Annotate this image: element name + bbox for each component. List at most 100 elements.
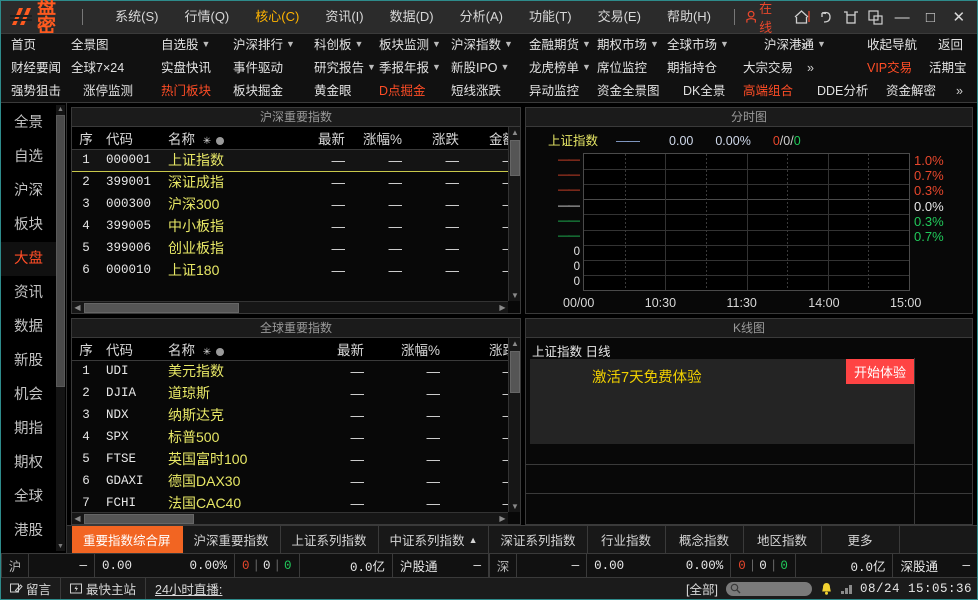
sidebar-item-4[interactable]: 大盘 [1, 242, 56, 276]
table-row[interactable]: 1UDI美元指数——— [72, 360, 520, 382]
sh-market-tag[interactable]: 沪 [1, 554, 29, 577]
hs-scroll-down-icon[interactable]: ▼ [509, 290, 520, 301]
panel-kline-body[interactable]: 上证指数 日线 激活7天免费体验 开始体验 [526, 338, 972, 524]
intraday-chart-area[interactable]: —— —— —— —— —— —— 0 0 0 1.0% 0.7% 0.3% 0.0% 0.3% 0.7%… [526, 149, 972, 313]
hs-scroll-left-icon[interactable]: ◀ [72, 302, 83, 313]
sidebar-item-1[interactable]: 自选 [1, 140, 56, 174]
global-hscroll-thumb[interactable] [84, 514, 194, 524]
col-seq[interactable]: 序 [72, 127, 100, 150]
nav-item-0-0[interactable]: 首页 [11, 34, 36, 57]
nav-item-1-5[interactable]: 季报年报 ▼ [379, 57, 441, 80]
col-last[interactable]: 最新 [292, 127, 349, 150]
nav-item-2-3[interactable]: 板块掘金 [233, 80, 283, 103]
search-input[interactable] [725, 581, 812, 596]
nav-item-1-8[interactable]: 席位监控 [597, 57, 647, 80]
sidebar-item-5[interactable]: 资讯 [1, 276, 56, 310]
global-horizontal-scrollbar[interactable]: ◀ ▶ [72, 512, 508, 524]
sidebar-item-8[interactable]: 机会 [1, 378, 56, 412]
table-row[interactable]: 7FCHI法国CAC40——— [72, 492, 520, 514]
tab-2[interactable]: 上证系列指数 [281, 526, 379, 553]
hs-hscroll-thumb[interactable] [84, 303, 239, 313]
sidebar-scroll-up-icon[interactable]: ▲ [56, 105, 65, 114]
nav-item-0-4[interactable]: 科创板 ▼ [314, 34, 363, 57]
col-chg-pct[interactable]: 涨幅% [368, 338, 444, 361]
table-row[interactable]: 5399006创业板指———— [72, 237, 520, 259]
table-row[interactable]: 6000010上证180———— [72, 259, 520, 281]
menu-item-function[interactable]: 功能(T) [516, 1, 585, 33]
nav-item-1-3[interactable]: 事件驱动 [233, 57, 283, 80]
hs-scroll-up-icon[interactable]: ▲ [509, 127, 520, 138]
nav-item-2-6[interactable]: 短线涨跌 [451, 80, 501, 103]
menu-item-quotes[interactable]: 行情(Q) [171, 1, 242, 33]
col-code[interactable]: 代码 [100, 127, 164, 150]
sz-market-tag[interactable]: 深 [489, 554, 517, 577]
menu-item-system[interactable]: 系统(S) [102, 1, 171, 33]
tab-6[interactable]: 概念指数 [666, 526, 744, 553]
intraday-plot[interactable] [583, 153, 910, 291]
nav-item-2-9[interactable]: DK全景 [683, 80, 725, 103]
col-chg[interactable]: 涨跌 [406, 127, 463, 150]
table-row[interactable]: 2399001深证成指———— [72, 171, 520, 193]
nav-item-2-2[interactable]: 热门板块 [161, 80, 211, 103]
global-scroll-up-icon[interactable]: ▲ [509, 338, 520, 349]
nav-item-2-13[interactable]: » [956, 80, 963, 103]
nav-item-0-7[interactable]: 金融期货 ▼ [529, 34, 591, 57]
sidebar-item-11[interactable]: 全球 [1, 480, 56, 514]
col-chg-pct[interactable]: 涨幅% [349, 127, 406, 150]
global-scroll-left-icon[interactable]: ◀ [72, 513, 83, 524]
nav-item-2-11[interactable]: DDE分析 [817, 80, 868, 103]
nav-item-0-8[interactable]: 期权市场 ▼ [597, 34, 659, 57]
sidebar-item-3[interactable]: 板块 [1, 208, 56, 242]
tab-0[interactable]: 重要指数综合屏 [72, 526, 183, 553]
tab-4[interactable]: 深证系列指数 [489, 526, 588, 553]
sz-connect-name[interactable]: 深股通 [893, 554, 955, 577]
nav-item-2-10[interactable]: 高端组合 [743, 80, 793, 103]
col-name[interactable]: 名称 ✳ [164, 127, 292, 150]
table-row[interactable]: 3NDX纳斯达克——— [72, 404, 520, 426]
layout-split-icon[interactable] [839, 4, 864, 30]
nav-item-0-6[interactable]: 沪深指数 ▼ [451, 34, 513, 57]
global-scroll-thumb[interactable] [510, 351, 520, 393]
sidebar-item-7[interactable]: 新股 [1, 344, 56, 378]
menu-item-help[interactable]: 帮助(H) [654, 1, 724, 33]
nav-item-2-1[interactable]: 涨停监测 [83, 80, 133, 103]
tab-1[interactable]: 沪深重要指数 [183, 526, 281, 553]
nav-item-1-10[interactable]: 大宗交易 [743, 57, 793, 80]
nav-item-0-2[interactable]: 自选股 ▼ [161, 34, 210, 57]
sidebar-scrollbar[interactable]: ▲ ▼ [56, 105, 65, 551]
hs-scroll-thumb[interactable] [510, 140, 520, 176]
sidebar-item-2[interactable]: 沪深 [1, 174, 56, 208]
table-row[interactable]: 3000300沪深300———— [72, 193, 520, 215]
nav-item-0-12[interactable]: 收起导航 [867, 34, 917, 57]
tab-3[interactable]: 中证系列指数 ▲ [379, 526, 490, 553]
table-row[interactable]: 5FTSE英国富时100——— [72, 448, 520, 470]
nav-item-1-9[interactable]: 期指持仓 [667, 57, 717, 80]
sidebar-item-12[interactable]: 港股 [1, 514, 56, 548]
tab-8[interactable]: 更多 [822, 526, 900, 553]
menu-item-analysis[interactable]: 分析(A) [447, 1, 516, 33]
undo-icon[interactable] [814, 4, 839, 30]
nav-item-1-12[interactable]: VIP交易 [867, 57, 912, 80]
nav-item-2-5[interactable]: D点掘金 [379, 80, 426, 103]
table-row[interactable]: 2DJIA道琼斯——— [72, 382, 520, 404]
online-status-button[interactable]: 在线 [745, 0, 790, 36]
nav-item-1-1[interactable]: 全球7×24 [71, 57, 124, 80]
nav-item-2-8[interactable]: 资金全景图 [597, 80, 660, 103]
nav-item-1-2[interactable]: 实盘快讯 [161, 57, 211, 80]
tab-5[interactable]: 行业指数 [588, 526, 666, 553]
hs-scroll-right-icon[interactable]: ▶ [497, 302, 508, 313]
hs-horizontal-scrollbar[interactable]: ◀ ▶ [72, 301, 508, 313]
start-trial-button[interactable]: 开始体验 [845, 359, 914, 384]
nav-item-0-5[interactable]: 板块监测 ▼ [379, 34, 441, 57]
nav-item-0-10[interactable]: 沪深港通 ▼ [764, 34, 826, 57]
nav-item-1-0[interactable]: 财经要闻 [11, 57, 61, 80]
nav-item-1-7[interactable]: 龙虎榜单 ▼ [529, 57, 591, 80]
sidebar-scroll-down-icon[interactable]: ▼ [56, 542, 65, 551]
menu-item-data[interactable]: 数据(D) [377, 1, 447, 33]
panel-intraday-body[interactable]: 上证指数 —— 0.00 0.00% 0/0/0 —— —— —— —— —— —— 0 0 0… [526, 127, 972, 313]
table-row[interactable]: 6GDAXI德国DAX30——— [72, 470, 520, 492]
table-row[interactable]: 4SPX标普500——— [72, 426, 520, 448]
sun-moon-icons[interactable]: ✳ [203, 136, 225, 147]
live-stream-link[interactable]: 24小时直播: [146, 579, 222, 598]
nav-item-0-9[interactable]: 全球市场 ▼ [667, 34, 729, 57]
